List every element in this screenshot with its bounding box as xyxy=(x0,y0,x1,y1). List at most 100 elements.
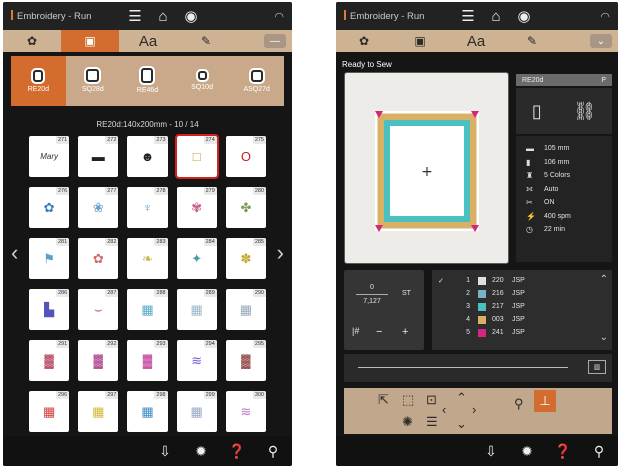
thread-color-row[interactable]: 3 217 JSP xyxy=(438,300,606,313)
tab-edit[interactable]: ✎ xyxy=(504,30,560,52)
help-icon[interactable]: ❓ xyxy=(554,443,572,460)
stitch-current: 0 xyxy=(370,284,374,291)
design-thumbnail: ▬ xyxy=(91,149,105,164)
design-thumbnail: ✿ xyxy=(43,200,55,215)
hoop-shape-icon xyxy=(250,69,263,82)
info-value: Auto xyxy=(544,185,559,193)
thread-color-row[interactable]: 2 216 JSP xyxy=(438,287,606,300)
center-icon[interactable]: ⊡ xyxy=(426,392,437,408)
arrow-right-icon[interactable]: › xyxy=(472,402,476,417)
hoop-option[interactable]: ASQ27d xyxy=(229,56,284,106)
list-icon[interactable]: ☰ xyxy=(426,414,438,430)
tools-icon[interactable]: ⚲ xyxy=(590,443,608,460)
design-tile[interactable]: 281 ⚑ xyxy=(29,238,70,279)
design-tile[interactable]: 282 ✿ xyxy=(78,238,119,279)
tab-hoop[interactable]: ▣ xyxy=(61,30,119,52)
design-tile[interactable]: 290 ▦ xyxy=(225,289,266,330)
thread-color-row[interactable]: 5 241 JSP xyxy=(438,326,606,339)
design-tile[interactable]: 292 ▓ xyxy=(78,340,119,381)
design-tile[interactable]: 291 ▓ xyxy=(29,340,70,381)
chevron-down-icon[interactable]: ⌄ xyxy=(600,332,608,343)
collapse-button[interactable]: ⌄ xyxy=(590,34,612,48)
design-tile[interactable]: 273 ☻ xyxy=(127,136,168,177)
design-tile[interactable]: 284 ✦ xyxy=(176,238,217,279)
design-tile[interactable]: 272 ▬ xyxy=(78,136,119,177)
design-tile[interactable]: 289 ▦ xyxy=(176,289,217,330)
home-icon[interactable]: ⌂ xyxy=(482,8,510,25)
design-thumbnail: ▦ xyxy=(42,404,56,419)
design-tile[interactable]: 276 ✿ xyxy=(29,187,70,228)
arrow-up-icon[interactable]: ⌃ xyxy=(456,390,467,406)
thread-code: 241 xyxy=(492,329,504,336)
design-tile[interactable]: 294 ≋ xyxy=(176,340,217,381)
tab-embroidery-designs[interactable]: ✿ xyxy=(336,30,392,52)
slider-mode-icon[interactable]: ▥ xyxy=(588,360,606,374)
design-tile[interactable]: 279 ✾ xyxy=(176,187,217,228)
design-tile[interactable]: 296 ▦ xyxy=(29,391,70,432)
import-icon[interactable]: ⇩ xyxy=(482,443,500,460)
help-icon[interactable]: ❓ xyxy=(228,443,246,460)
design-tile[interactable]: 293 ▓ xyxy=(127,340,168,381)
tab-hoop[interactable]: ▣ xyxy=(392,30,448,52)
select-area-icon[interactable]: ⬚ xyxy=(402,392,414,408)
design-tile[interactable]: 275 O xyxy=(225,136,266,177)
design-tile[interactable]: 280 ✤ xyxy=(225,187,266,228)
design-tile[interactable]: 297 ▦ xyxy=(78,391,119,432)
info-value: 400 spm xyxy=(544,212,571,220)
move-icon[interactable]: ⇱ xyxy=(378,392,389,408)
design-number: 281 xyxy=(56,238,70,246)
design-tile[interactable]: 271 Mary xyxy=(29,136,70,177)
tab-text[interactable]: Aa xyxy=(448,30,504,52)
prev-page-icon[interactable]: ‹ xyxy=(11,242,18,264)
arrow-left-icon[interactable]: ‹ xyxy=(442,402,446,417)
design-tile[interactable]: 277 ❀ xyxy=(78,187,119,228)
thread-color-row[interactable]: 4 003 JSP xyxy=(438,313,606,326)
stitch-options-icon[interactable]: ✺ xyxy=(402,414,413,430)
stitch-minus-button[interactable]: − xyxy=(376,326,382,338)
design-tile[interactable]: 295 ▓ xyxy=(225,340,266,381)
hoop-option[interactable]: SQ10d xyxy=(175,56,230,106)
stitch-unit: ST xyxy=(402,290,411,297)
trace-icon[interactable]: ⊥ xyxy=(534,390,556,412)
design-tile[interactable]: 274 □ xyxy=(174,134,219,179)
progress-slider[interactable]: ▥ xyxy=(344,354,612,382)
design-tile[interactable]: 285 ✽ xyxy=(225,238,266,279)
hoop-option[interactable]: RE20d xyxy=(11,56,66,106)
design-tile[interactable]: 298 ▦ xyxy=(127,391,168,432)
import-icon[interactable]: ⇩ xyxy=(156,443,174,460)
stitch-plus-button[interactable]: + xyxy=(402,326,408,338)
hamburger-menu-icon[interactable]: ☰ xyxy=(454,7,482,25)
collapse-button[interactable]: — xyxy=(264,34,286,48)
hoop-preview[interactable]: + xyxy=(344,72,509,264)
tab-text[interactable]: Aa xyxy=(119,30,177,52)
tools-icon[interactable]: ⚲ xyxy=(264,443,282,460)
settings-icon[interactable]: ✹ xyxy=(518,443,536,460)
record-icon[interactable]: ◉ xyxy=(177,7,205,25)
next-page-icon[interactable]: › xyxy=(277,242,284,264)
design-thumbnail: ✦ xyxy=(191,251,203,266)
design-tile[interactable]: 288 ▦ xyxy=(127,289,168,330)
design-thumbnail: ⚑ xyxy=(43,251,55,266)
settings-icon[interactable]: ✹ xyxy=(192,443,210,460)
design-tile[interactable]: 300 ≋ xyxy=(225,391,266,432)
info-row: ♜ 5 Colors xyxy=(526,169,612,183)
needle-icon[interactable]: ⚲ xyxy=(514,396,524,412)
thread-color-row[interactable]: ✓ 1 220 JSP xyxy=(438,274,606,287)
design-tile[interactable]: 299 ▦ xyxy=(176,391,217,432)
design-tile[interactable]: 278 ♆ xyxy=(127,187,168,228)
design-number: 292 xyxy=(105,340,119,348)
design-tile[interactable]: 287 ⌣ xyxy=(78,289,119,330)
goto-stitch-button[interactable]: |# xyxy=(352,326,359,336)
hamburger-menu-icon[interactable]: ☰ xyxy=(121,7,149,25)
home-icon[interactable]: ⌂ xyxy=(149,8,177,25)
design-tile[interactable]: 283 ❧ xyxy=(127,238,168,279)
tab-edit[interactable]: ✎ xyxy=(177,30,235,52)
design-thumbnail: ▓ xyxy=(241,353,251,368)
arrow-down-icon[interactable]: ⌄ xyxy=(456,416,467,432)
record-icon[interactable]: ◉ xyxy=(510,7,538,25)
hoop-option[interactable]: RE46d xyxy=(120,56,175,106)
design-tile[interactable]: 286 ▙ xyxy=(29,289,70,330)
hoop-option[interactable]: SQ28d xyxy=(66,56,121,106)
tab-embroidery-designs[interactable]: ✿ xyxy=(3,30,61,52)
chevron-up-icon[interactable]: ⌃ xyxy=(600,274,608,285)
